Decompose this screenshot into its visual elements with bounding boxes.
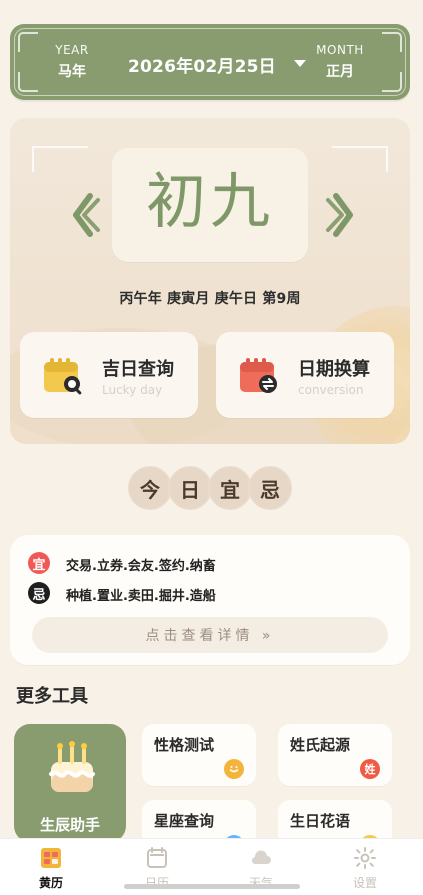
selected-date[interactable]: 2026年02月25日	[128, 52, 276, 77]
today-yiji-heading: 今 日 宜 忌	[128, 466, 292, 510]
ornament-corner	[382, 72, 402, 92]
surname-origin-title: 姓氏起源	[290, 736, 351, 754]
tab-settings[interactable]: 设置	[330, 846, 400, 890]
birthday-helper-label: 生辰助手	[39, 816, 100, 834]
ornament-frame-left	[32, 146, 88, 172]
month-block: MONTH 正月	[304, 43, 376, 81]
weather-icon	[251, 850, 271, 865]
lunar-day-card: 初九 丙午年 庚寅月 庚午日 第9周 吉日查询 Lucky day 日期换算 c…	[10, 118, 410, 444]
lunar-day-panel: 初九	[112, 148, 308, 262]
next-day-icon[interactable]	[322, 190, 362, 240]
surname-origin-button[interactable]: 姓氏起源 姓	[278, 724, 392, 786]
almanac-page: YEAR 马年 2026年02月25日 MONTH 正月 初九 丙午年 庚寅月 …	[0, 0, 423, 895]
tab-almanac-label: 黄历	[38, 876, 63, 890]
yiji-char: 日	[168, 466, 212, 510]
yiji-card: 宜 交易.立券.会友.签约.纳畜 忌 种植.置业.卖田.掘井.造船 点击查看详情…	[10, 535, 410, 665]
tab-almanac[interactable]: 黄历	[16, 846, 86, 890]
almanac-icon	[41, 848, 61, 868]
date-header[interactable]: YEAR 马年 2026年02月25日 MONTH 正月	[10, 24, 410, 100]
ji-text: 种植.置业.卖田.掘井.造船	[66, 589, 216, 604]
ornament-corner	[18, 32, 38, 52]
lucky-day-subtitle: Lucky day	[102, 383, 163, 397]
lucky-day-title: 吉日查询	[102, 359, 174, 380]
tab-settings-label: 设置	[352, 876, 377, 890]
surname-icon: 姓	[360, 759, 380, 779]
year-label: YEAR	[55, 43, 89, 57]
previous-day-icon[interactable]	[64, 190, 104, 240]
personality-test-title: 性格测试	[154, 736, 215, 754]
yiji-char: 今	[128, 466, 172, 510]
yi-text: 交易.立券.会友.签约.纳畜	[66, 559, 216, 574]
view-details-button[interactable]: 点击查看详情 »	[32, 617, 388, 653]
yi-badge: 宜	[28, 552, 50, 574]
ornament-corner	[382, 32, 402, 52]
ji-badge: 忌	[28, 582, 50, 604]
year-value: 马年	[58, 64, 86, 80]
zodiac-query-title: 星座查询	[154, 812, 215, 830]
yiji-char: 忌	[248, 466, 292, 510]
ganzhi-line: 丙午年 庚寅月 庚午日 第9周	[119, 291, 301, 307]
yiji-char: 宜	[208, 466, 252, 510]
settings-icon	[354, 847, 376, 869]
calendar-convert-icon	[240, 358, 277, 393]
calendar-icon	[147, 847, 167, 868]
lunar-day: 初九	[146, 167, 274, 237]
birthday-cake-icon	[49, 741, 95, 792]
year-block: YEAR 马年	[43, 43, 101, 81]
lucky-day-button[interactable]: 吉日查询 Lucky day	[20, 332, 198, 418]
smile-icon-glyph	[229, 766, 239, 773]
date-conversion-subtitle: conversion	[298, 383, 364, 397]
ornament-frame-right	[332, 146, 388, 172]
month-label: MONTH	[316, 43, 364, 57]
smile-icon	[224, 759, 244, 779]
date-conversion-title: 日期换算	[298, 359, 370, 380]
date-conversion-button[interactable]: 日期换算 conversion	[216, 332, 394, 418]
ornament-corner	[18, 72, 38, 92]
birthday-helper-button[interactable]: 生辰助手	[14, 724, 126, 842]
more-tools-title: 更多工具	[16, 686, 88, 707]
calendar-search-icon	[44, 358, 82, 395]
personality-test-button[interactable]: 性格测试	[142, 724, 256, 786]
birthday-flower-title: 生日花语	[290, 812, 351, 830]
month-value: 正月	[326, 64, 354, 80]
home-indicator	[124, 884, 300, 889]
